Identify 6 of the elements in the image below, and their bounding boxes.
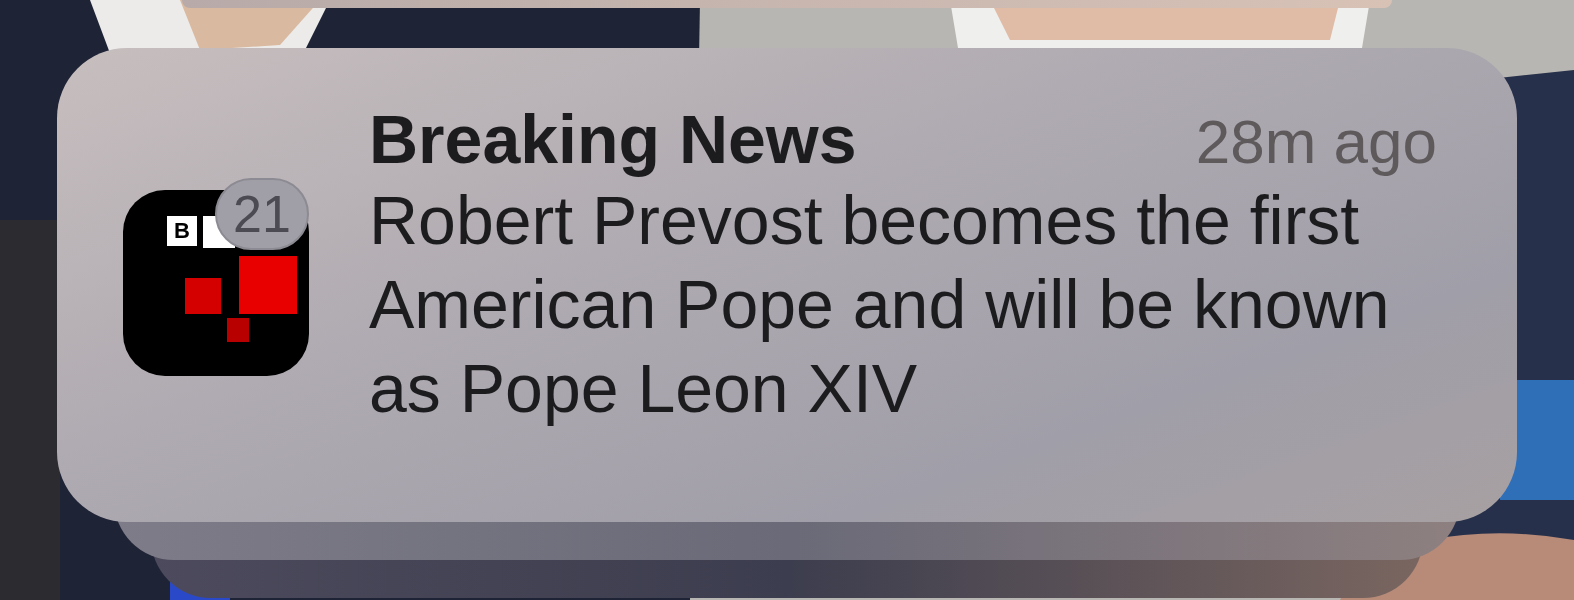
timestamp: 28m ago [1195,106,1437,177]
count-badge: 21 [215,178,309,250]
notification-title: Breaking News [369,100,857,178]
logo-letter: B [167,216,197,246]
notification-message: Robert Prevost becomes the first American Pope and will be known as Pope Leon XIV [369,181,1391,428]
notification-card[interactable]: B 21 Breaking News 28m ago Robert Prevost becomes the first American Pope and will be known as Pope Leon XIV [57,48,1517,522]
